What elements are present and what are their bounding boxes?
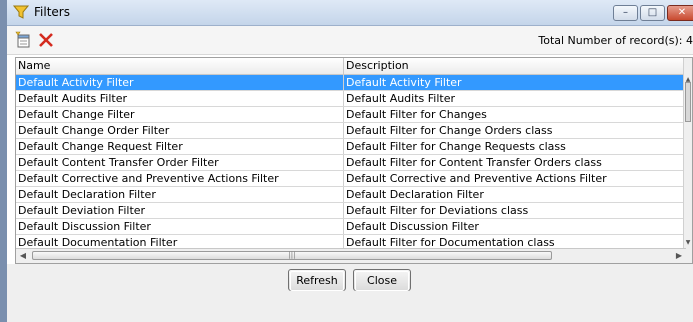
cell-name: Default Activity Filter bbox=[16, 75, 344, 90]
record-count: Total Number of record(s): 4 bbox=[538, 34, 693, 47]
table-row[interactable]: Default Deviation Filter Default Filter f… bbox=[16, 203, 686, 219]
toolbar: Total Number of record(s): 4 bbox=[7, 26, 693, 55]
button-bar: Refresh Close bbox=[7, 264, 693, 322]
cell-name: Default Change Request Filter bbox=[16, 139, 344, 154]
filters-window: Filters – □ ✕ Total Number of record(s):… bbox=[0, 0, 693, 322]
table-row[interactable]: Default Discussion Filter Default Discuss… bbox=[16, 219, 686, 235]
table-row[interactable]: Default Change Request Filter Default Fil… bbox=[16, 139, 686, 155]
cell-description: Default Audits Filter bbox=[346, 92, 456, 105]
close-button[interactable]: Close bbox=[353, 269, 411, 291]
table-row[interactable]: Default Change Filter Default Filter for … bbox=[16, 107, 686, 123]
maximize-button[interactable]: □ bbox=[640, 5, 665, 21]
table-body: Default Activity Filter Default Activity … bbox=[16, 75, 686, 263]
cell-description: Default Filter for Deviations class bbox=[346, 204, 529, 217]
refresh-button-label: Refresh bbox=[290, 271, 344, 291]
cell-name: Default Content Transfer Order Filter bbox=[16, 155, 344, 170]
table-row[interactable]: Default Change Order Filter Default Filte… bbox=[16, 123, 686, 139]
new-filter-icon[interactable] bbox=[15, 31, 33, 49]
scroll-right-icon[interactable]: ▶ bbox=[672, 249, 686, 263]
column-header-name[interactable]: Name bbox=[16, 58, 344, 74]
horizontal-scroll-thumb[interactable]: ||| bbox=[32, 251, 552, 260]
refresh-button[interactable]: Refresh bbox=[288, 269, 346, 291]
cell-description: Default Filter for Changes bbox=[346, 108, 487, 121]
table-row[interactable]: Default Audits Filter Default Audits Filt… bbox=[16, 91, 686, 107]
cell-name: Default Change Order Filter bbox=[16, 123, 344, 138]
cell-name: Default Change Filter bbox=[16, 107, 344, 122]
filters-table: Name Description Default Activity Filter… bbox=[15, 57, 693, 264]
table-row[interactable]: Default Corrective and Preventive Action… bbox=[16, 171, 686, 187]
cell-description: Default Filter for Content Transfer Orde… bbox=[346, 156, 602, 169]
table-header: Name Description bbox=[16, 58, 692, 75]
cell-name: Default Audits Filter bbox=[16, 91, 344, 106]
title-bar[interactable]: Filters – □ ✕ bbox=[7, 0, 693, 26]
scroll-left-icon[interactable]: ◀ bbox=[16, 249, 30, 263]
table-row[interactable]: Default Content Transfer Order Filter Def… bbox=[16, 155, 686, 171]
filter-icon bbox=[13, 5, 29, 19]
cell-name: Default Declaration Filter bbox=[16, 187, 344, 202]
table-row[interactable]: Default Activity Filter Default Activity … bbox=[16, 75, 686, 91]
cell-name: Default Deviation Filter bbox=[16, 203, 344, 218]
cell-description: Default Declaration Filter bbox=[346, 188, 484, 201]
close-button-label: Close bbox=[355, 271, 409, 291]
cell-description: Default Filter for Change Requests class bbox=[346, 140, 566, 153]
cell-description: Default Filter for Change Orders class bbox=[346, 124, 553, 137]
scroll-down-icon[interactable]: ▼ bbox=[684, 238, 692, 248]
window-title: Filters bbox=[34, 5, 70, 19]
cell-description: Default Activity Filter bbox=[346, 76, 462, 89]
delete-icon[interactable] bbox=[37, 31, 55, 49]
cell-description: Default Corrective and Preventive Action… bbox=[346, 172, 607, 185]
horizontal-scrollbar[interactable]: ◀ ||| ▶ bbox=[16, 248, 686, 263]
vertical-scroll-thumb[interactable] bbox=[685, 82, 691, 122]
table-row[interactable]: Default Declaration Filter Default Declar… bbox=[16, 187, 686, 203]
column-header-description[interactable]: Description bbox=[344, 58, 686, 74]
cell-name: Default Corrective and Preventive Action… bbox=[16, 171, 344, 186]
cell-name: Default Discussion Filter bbox=[16, 219, 344, 234]
minimize-button[interactable]: – bbox=[613, 5, 638, 21]
cell-description: Default Discussion Filter bbox=[346, 220, 479, 233]
close-window-button[interactable]: ✕ bbox=[667, 5, 693, 21]
vertical-scrollbar[interactable]: ▲ ▼ bbox=[683, 58, 692, 263]
